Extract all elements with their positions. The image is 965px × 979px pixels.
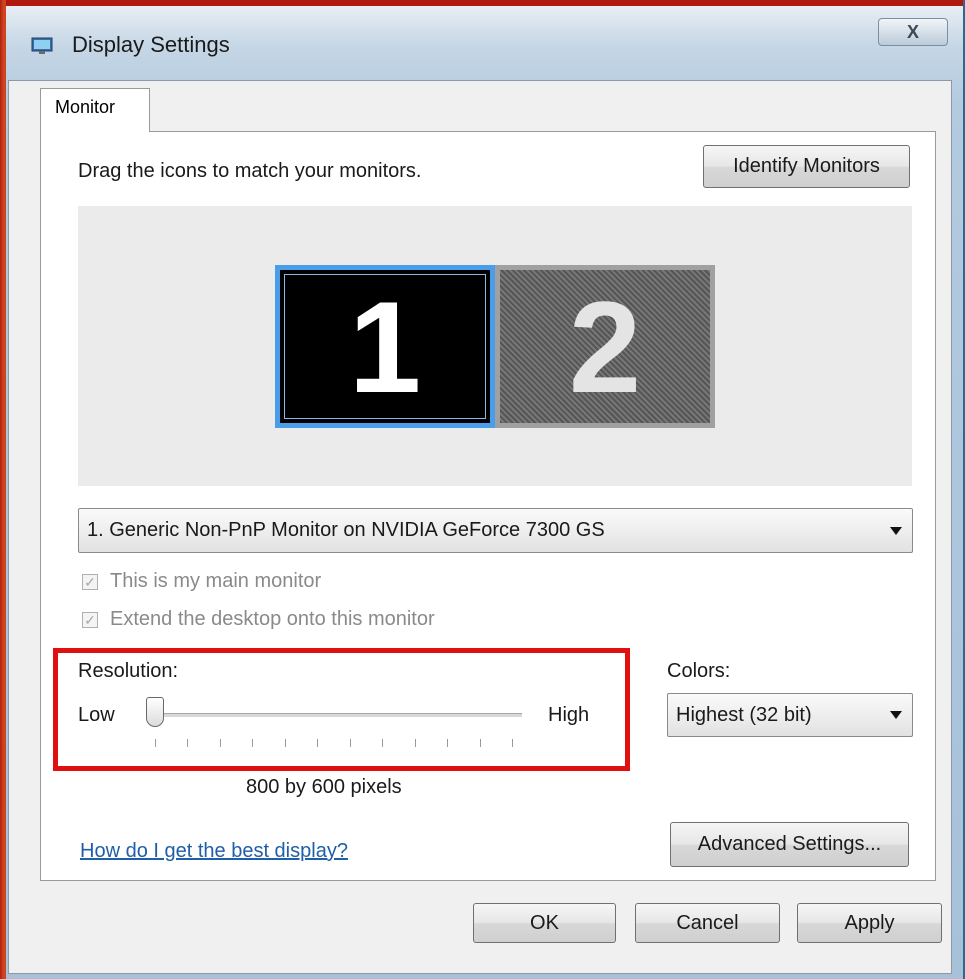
apply-button[interactable]: Apply (797, 903, 942, 943)
close-icon: X (906, 21, 919, 42)
extend-desktop-label: Extend the desktop onto this monitor (110, 608, 435, 630)
slider-tick (219, 739, 221, 747)
monitor-1-inner-border (284, 274, 486, 419)
resolution-low-label: Low (78, 704, 115, 726)
colors-label: Colors: (667, 660, 731, 682)
chevron-down-icon (890, 526, 902, 535)
advanced-settings-label: Advanced Settings... (697, 833, 882, 855)
resolution-value: 800 by 600 pixels (246, 776, 402, 798)
tab-monitor-label: Monitor (55, 97, 116, 117)
monitor-select-value: 1. Generic Non-PnP Monitor on NVIDIA GeF… (87, 519, 605, 541)
slider-tick (414, 739, 416, 747)
identify-monitors-button[interactable]: Identify Monitors (703, 145, 910, 188)
title-bar[interactable]: Display Settings X (6, 6, 957, 86)
slider-tick (479, 739, 481, 747)
drag-instruction: Drag the icons to match your monitors. (78, 160, 422, 182)
monitor-2-number: 2 (568, 273, 642, 420)
ok-label: OK (530, 911, 559, 934)
slider-tick (284, 739, 286, 747)
resolution-label: Resolution: (78, 660, 179, 682)
main-monitor-label: This is my main monitor (110, 570, 322, 592)
resolution-high-label: High (548, 704, 590, 726)
cancel-button[interactable]: Cancel (635, 903, 780, 943)
apply-label: Apply (844, 911, 895, 934)
colors-select[interactable]: Highest (32 bit) (667, 693, 913, 737)
monitor-select[interactable]: 1. Generic Non-PnP Monitor on NVIDIA GeF… (78, 508, 913, 553)
colors-select-value: Highest (32 bit) (676, 703, 812, 726)
resolution-slider-thumb[interactable] (146, 697, 164, 727)
cancel-label: Cancel (676, 911, 739, 934)
slider-tick (447, 739, 449, 747)
slider-tick (349, 739, 351, 747)
ok-button[interactable]: OK (473, 903, 616, 943)
monitor-2-icon[interactable]: 2 (495, 265, 715, 428)
slider-tick (382, 739, 384, 747)
slider-tick (317, 739, 319, 747)
identify-monitors-label: Identify Monitors (733, 155, 880, 177)
window-title: Display Settings (72, 32, 230, 57)
slider-tick (252, 739, 254, 747)
slider-tick (187, 739, 189, 747)
close-button[interactable]: X (878, 18, 948, 46)
advanced-settings-button[interactable]: Advanced Settings... (670, 822, 909, 867)
monitor-1-icon[interactable]: 1 (275, 265, 495, 428)
extend-desktop-checkbox[interactable]: ✓ (82, 612, 98, 628)
best-display-help-link[interactable]: How do I get the best display? (80, 840, 348, 863)
chevron-down-icon (890, 711, 902, 719)
main-monitor-checkbox[interactable]: ✓ (82, 574, 98, 590)
slider-tick (512, 739, 513, 747)
display-settings-icon (31, 37, 53, 54)
resolution-slider-track[interactable] (150, 713, 522, 717)
slider-tick (155, 739, 156, 747)
tab-monitor[interactable]: Monitor (40, 88, 150, 132)
